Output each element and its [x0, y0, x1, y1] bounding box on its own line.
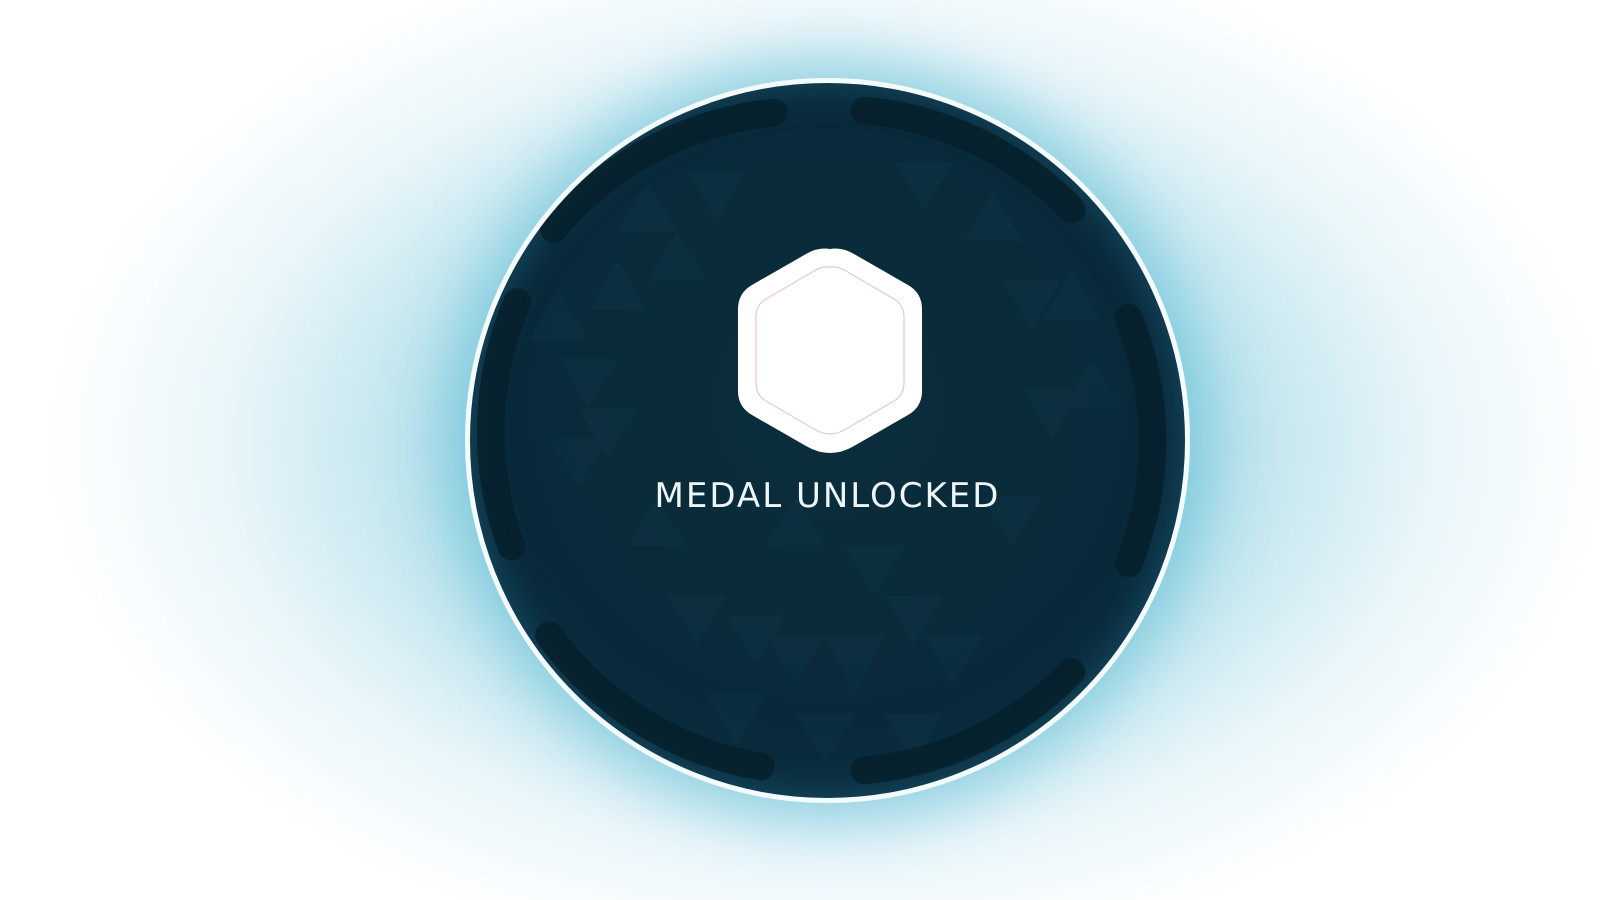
medal-disc: MEDAL UNLOCKED: [465, 78, 1190, 803]
medal-unlock-overlay: MEDAL UNLOCKED: [0, 0, 1600, 900]
hexagon-medal-icon: [738, 248, 922, 453]
medal-unlocked-title: MEDAL UNLOCKED: [654, 476, 1001, 516]
